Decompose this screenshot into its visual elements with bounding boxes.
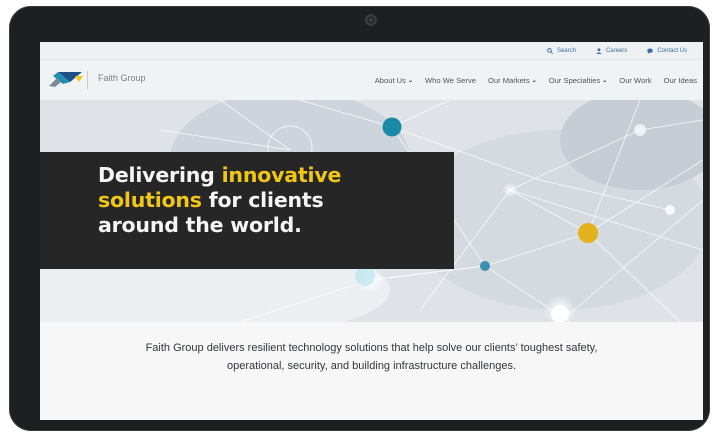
faith-group-logo-icon[interactable]: [49, 70, 83, 88]
nav-our-work-label: Our Work: [619, 75, 652, 85]
chevron-down-icon: ⌄: [602, 77, 608, 84]
contact-link-label: Contact Us: [657, 47, 687, 54]
hero-headline: Delivering innovative solutions for clie…: [98, 163, 438, 238]
logo-divider: [87, 71, 88, 89]
teal-node-icon: [382, 117, 402, 137]
search-link-label: Search: [556, 47, 576, 54]
nav-our-work[interactable]: Our Work: [619, 76, 651, 85]
nav-about-us-label: About Us: [374, 75, 406, 85]
utility-bar: Search Careers Contact Us: [40, 42, 703, 60]
headline-text-2: for clients: [201, 188, 324, 212]
intro-paragraph: Faith Group delivers resilient technolog…: [145, 342, 598, 372]
nav-our-specialties-label: Our Specialties: [548, 75, 601, 85]
headline-text-3: around the world.: [98, 213, 302, 237]
nav-our-specialties[interactable]: Our Specialties ⌄: [549, 76, 608, 85]
chevron-down-icon: ⌄: [407, 77, 413, 84]
tablet-frame: Search Careers Contact Us Faith Group Ab…: [9, 6, 710, 431]
camera-icon: [365, 14, 377, 26]
intro-section: Faith Group delivers resilient technolog…: [40, 322, 703, 420]
user-icon: [596, 47, 602, 54]
nav-our-ideas[interactable]: Our Ideas: [664, 76, 697, 85]
nav-our-markets[interactable]: Our Markets ⌄: [488, 76, 537, 85]
nav-our-ideas-label: Our Ideas: [663, 75, 697, 85]
hero-banner: Delivering innovative solutions for clie…: [40, 100, 703, 322]
nav-who-we-serve[interactable]: Who We Serve: [425, 76, 476, 85]
contact-link[interactable]: Contact Us: [647, 48, 687, 54]
gold-node-icon: [578, 223, 598, 243]
careers-link-label: Careers: [605, 47, 628, 54]
search-link[interactable]: Search: [547, 48, 576, 54]
search-icon: [547, 47, 553, 54]
headline-text-1: Delivering: [98, 163, 222, 187]
headline-accent-1: innovative: [221, 163, 342, 187]
main-navigation: Faith Group About Us ⌄ Who We Serve Our …: [40, 60, 703, 100]
chevron-down-icon: ⌄: [531, 77, 537, 84]
chat-bubble-icon: [647, 48, 654, 54]
nav-about-us[interactable]: About Us ⌄: [375, 76, 413, 85]
nav-menu: About Us ⌄ Who We Serve Our Markets ⌄ Ou…: [375, 60, 697, 100]
nav-our-markets-label: Our Markets: [487, 75, 530, 85]
nav-who-we-serve-label: Who We Serve: [425, 75, 476, 85]
headline-accent-2: solutions: [98, 188, 202, 212]
browser-viewport: Search Careers Contact Us Faith Group Ab…: [40, 42, 703, 420]
careers-link[interactable]: Careers: [596, 48, 627, 54]
brand-name[interactable]: Faith Group: [98, 73, 146, 83]
